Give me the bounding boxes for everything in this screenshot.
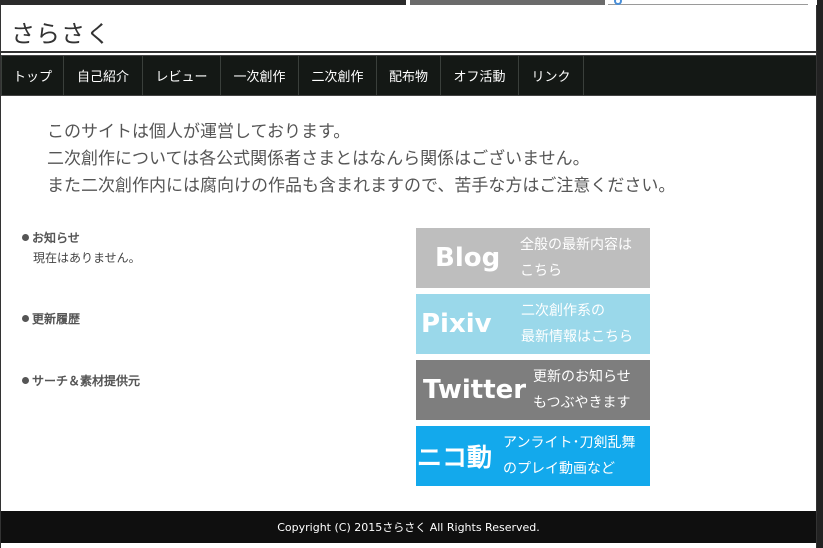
- intro-line: また二次創作内には腐向けの作品も含まれますので、苦手な方はご注意ください。: [47, 176, 676, 196]
- nav-item-links[interactable]: リンク: [519, 56, 584, 95]
- nav-item-downloads[interactable]: 配布物: [377, 56, 441, 95]
- nico-banner[interactable]: ニコ動 アンライト･刀剣乱舞 のプレイ動画など: [416, 426, 650, 486]
- nav-item-review[interactable]: レビュー: [143, 56, 221, 95]
- history-section: 更新履歴: [22, 310, 80, 327]
- site-container: さらさく トップ 自己紹介 レビュー 一次創作 二次創作 配布物 オフ活動 リン…: [0, 5, 817, 548]
- main-nav: トップ 自己紹介 レビュー 一次創作 二次創作 配布物 オフ活動 リンク: [1, 55, 816, 96]
- news-heading: お知らせ: [22, 229, 141, 246]
- twitter-banner-text: 更新のお知らせ もつぶやきます: [533, 369, 631, 411]
- nico-banner-title: ニコ動: [417, 443, 493, 472]
- blog-banner-text: 全般の最新内容は こちら: [520, 237, 632, 279]
- bullet-icon: [22, 315, 29, 322]
- credits-heading: サーチ＆素材提供元: [22, 372, 140, 389]
- pixiv-banner[interactable]: Pixiv 二次創作系の 最新情報はこちら: [416, 294, 650, 354]
- title-divider: [1, 51, 816, 53]
- blog-banner[interactable]: Blog 全般の最新内容は こちら: [416, 228, 650, 288]
- news-body: 現在はありません。: [33, 251, 141, 265]
- blog-banner-title: Blog: [435, 243, 501, 273]
- pixiv-banner-title: Pixiv: [421, 309, 492, 339]
- intro-line: 二次創作については各公式関係者さまとはなんら関係はございません。: [47, 149, 590, 169]
- nav-item-profile[interactable]: 自己紹介: [64, 56, 143, 95]
- window-edge: [817, 0, 823, 548]
- twitter-banner-title: Twitter: [423, 375, 527, 405]
- bullet-icon: [22, 377, 29, 384]
- twitter-banner[interactable]: Twitter 更新のお知らせ もつぶやきます: [416, 360, 650, 420]
- nav-item-top[interactable]: トップ: [1, 56, 64, 95]
- nav-item-offline[interactable]: オフ活動: [441, 56, 519, 95]
- page: さらさく トップ 自己紹介 レビュー 一次創作 二次創作 配布物 オフ活動 リン…: [0, 0, 823, 548]
- bullet-icon: [22, 234, 29, 241]
- news-section: お知らせ 現在はありません。: [22, 229, 141, 266]
- footer: Copyright (C) 2015さらさく All Rights Reserv…: [1, 511, 816, 543]
- intro-text: このサイトは個人が運営しております。 二次創作については各公式関係者さまとはなん…: [47, 119, 675, 200]
- banner-list: Blog 全般の最新内容は こちら Pixiv 二次創作系の 最新情報はこちら …: [416, 228, 650, 492]
- credits-section: サーチ＆素材提供元: [22, 372, 140, 389]
- nico-banner-text: アンライト･刀剣乱舞 のプレイ動画など: [503, 435, 636, 477]
- intro-line: このサイトは個人が運営しております。: [47, 122, 351, 142]
- nav-item-fanworks[interactable]: 二次創作: [299, 56, 377, 95]
- copyright-text: Copyright (C) 2015さらさく All Rights Reserv…: [277, 521, 540, 534]
- nav-item-original[interactable]: 一次創作: [221, 56, 299, 95]
- site-title[interactable]: さらさく: [11, 14, 111, 49]
- history-heading: 更新履歴: [22, 310, 80, 327]
- pixiv-banner-text: 二次創作系の 最新情報はこちら: [521, 303, 633, 345]
